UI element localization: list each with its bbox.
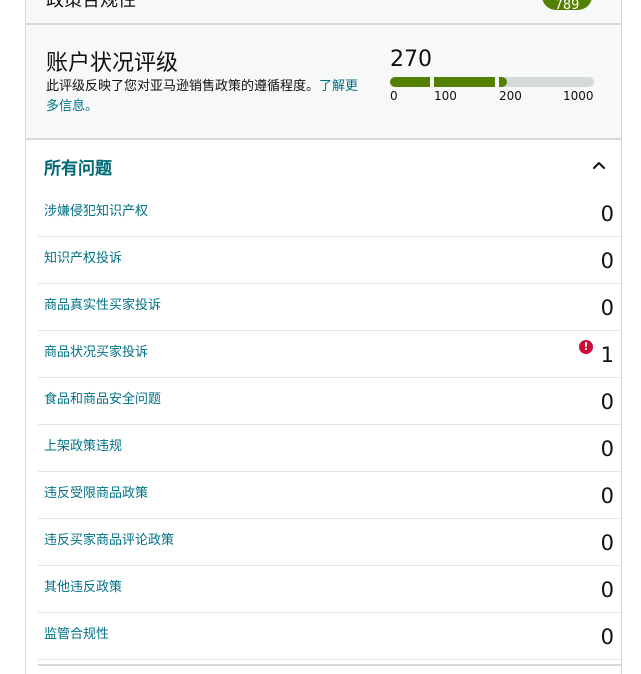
bar-tick-200: 200 [499, 89, 522, 103]
issue-label[interactable]: 知识产权投诉 [44, 247, 122, 266]
bar-segment-0-100 [390, 77, 430, 87]
bar-segment-200-1000 [499, 77, 594, 87]
issue-label[interactable]: 涉嫌侵犯知识产权 [44, 200, 148, 219]
all-issues-title: 所有问题 [44, 159, 112, 179]
issue-row[interactable]: 监管合规性 0 [38, 613, 621, 660]
issue-row[interactable]: 食品和商品安全问题 0 [38, 378, 621, 425]
alert-icon: ! [579, 340, 593, 354]
description-text: 此评级反映了您对亚马逊销售政策的遵循程度。 [46, 79, 320, 94]
issue-count: 0 [600, 484, 614, 508]
account-health-score: 270 [390, 47, 432, 72]
chevron-up-icon[interactable] [592, 158, 606, 172]
issue-row[interactable]: 违反买家商品评论政策 0 [38, 519, 621, 566]
account-health-card: 政策合规性 789 账户状况评级 此评级反映了您对亚马逊销售政策的遵循程度。了解… [25, 0, 622, 674]
account-health-rating-description: 此评级反映了您对亚马逊销售政策的遵循程度。了解更多信息。 [46, 77, 366, 117]
issue-label[interactable]: 违反受限商品政策 [44, 482, 148, 501]
issue-count: 0 [600, 249, 614, 273]
issue-row[interactable]: 商品状况买家投诉! 1 [38, 331, 621, 378]
issue-label[interactable]: 上架政策违规 [44, 435, 122, 454]
issue-label[interactable]: 商品状况买家投诉 [44, 341, 148, 360]
issue-row[interactable]: 违反受限商品政策 0 [38, 472, 621, 519]
bar-tick-0: 0 [390, 89, 398, 103]
issue-count: 0 [600, 202, 614, 226]
issue-row[interactable]: 涉嫌侵犯知识产权 0 [38, 190, 621, 237]
issue-row[interactable]: 知识产权投诉 0 [38, 237, 621, 284]
policy-compliance-row[interactable]: 政策合规性 789 [26, 0, 621, 25]
issue-label[interactable]: 商品真实性买家投诉 [44, 294, 161, 313]
bar-segment-100-200 [434, 77, 495, 87]
bar-fill-above-200 [499, 77, 507, 87]
issue-label[interactable]: 违反买家商品评论政策 [44, 529, 174, 548]
account-health-rating-section: 账户状况评级 此评级反映了您对亚马逊销售政策的遵循程度。了解更多信息。 270 … [26, 25, 621, 140]
issue-row[interactable]: 其他违反政策 0 [38, 566, 621, 613]
policy-compliance-label: 政策合规性 [46, 0, 136, 11]
page: 政策合规性 789 账户状况评级 此评级反映了您对亚马逊销售政策的遵循程度。了解… [0, 0, 641, 674]
issue-count: 0 [600, 578, 614, 602]
issue-count: 0 [600, 390, 614, 414]
issue-label[interactable]: 监管合规性 [44, 623, 109, 642]
issue-count: 0 [600, 437, 614, 461]
issue-label[interactable]: 食品和商品安全问题 [44, 388, 161, 407]
issue-row[interactable]: 上架政策违规 0 [38, 425, 621, 472]
issue-count: 0 [600, 296, 614, 320]
issue-row[interactable]: 商品真实性买家投诉 0 [38, 284, 621, 331]
bottom-divider [38, 664, 621, 666]
policy-compliance-badge: 789 [542, 0, 592, 13]
account-health-rating-title: 账户状况评级 [46, 51, 179, 76]
issue-count: 1 [600, 343, 614, 367]
issue-count: 0 [600, 531, 614, 555]
all-issues-header[interactable]: 所有问题 [26, 140, 621, 190]
issue-count: 0 [600, 625, 614, 649]
bar-tick-1000: 1000 [563, 89, 594, 103]
issues-list: 涉嫌侵犯知识产权 0 知识产权投诉 0 商品真实性买家投诉 0 商品状况买家投诉! 1 食品和商… [38, 190, 621, 660]
issue-label[interactable]: 其他违反政策 [44, 576, 122, 595]
bar-tick-100: 100 [434, 89, 457, 103]
account-health-bar [390, 77, 594, 87]
